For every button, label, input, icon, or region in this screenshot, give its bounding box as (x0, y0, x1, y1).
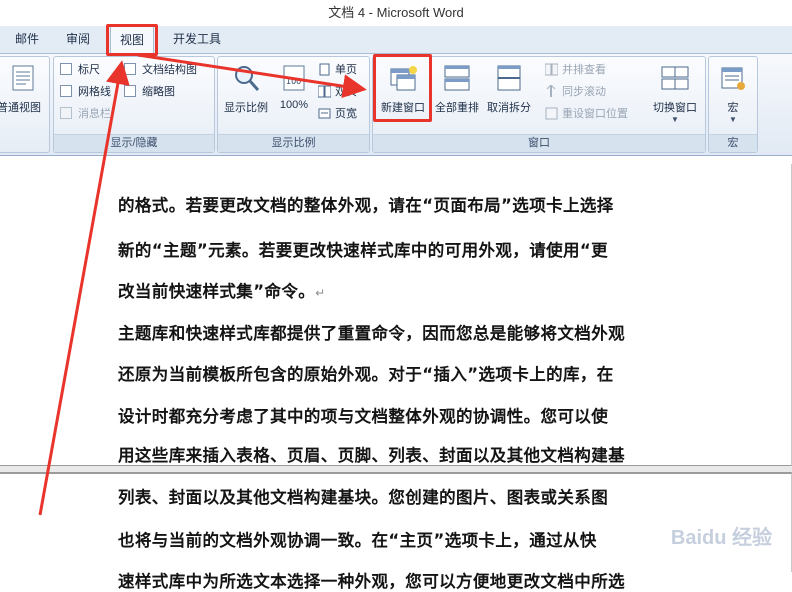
svg-text:100: 100 (286, 77, 301, 86)
view-side-by-side-button: 并排查看 (544, 61, 606, 79)
gridlines-checkbox[interactable]: 网格线 (60, 83, 111, 101)
macros-group-label: 宏 (709, 134, 757, 152)
show-hide-group: 标尺 网格线 消息栏 文档结构图 缩略图 显示/隐藏 (53, 56, 215, 153)
text-line: 列表、封面以及其他文档构建基块。您创建的图片、图表或关系图 (118, 488, 609, 507)
ruler-label: 标尺 (78, 64, 100, 76)
side-by-side-icon (544, 63, 559, 76)
page-width-icon (318, 107, 331, 120)
normal-view-button[interactable]: 普通视图 (0, 61, 47, 131)
message-bar-check-icon (60, 107, 72, 120)
window-group-label: 窗口 (373, 134, 705, 152)
show-hide-group-label: 显示/隐藏 (54, 134, 214, 152)
normal-view-label: 普通视图 (0, 102, 41, 114)
tab-review[interactable]: 审阅 (58, 26, 98, 53)
arrange-all-button[interactable]: 全部重排 (431, 61, 483, 131)
two-pages-icon (317, 85, 332, 98)
view-side-by-side-label: 并排查看 (562, 64, 606, 76)
zoom-group: 显示比例 100 100% 单页 双页 页宽 显示比例 (217, 56, 370, 153)
message-bar-checkbox: 消息栏 (60, 105, 111, 123)
sync-scrolling-label: 同步滚动 (562, 86, 606, 98)
sync-scrolling-button: 同步滚动 (545, 83, 606, 101)
views-group: 普通视图 (0, 56, 50, 153)
tab-developer[interactable]: 开发工具 (166, 26, 228, 53)
reset-window-position-label: 重设窗口位置 (562, 108, 628, 120)
zoom-button[interactable]: 显示比例 (220, 61, 272, 131)
text-line: 新的“主题”元素。若要更改快速样式库中的可用外观，请使用“更 (118, 241, 609, 260)
macros-dropdown-icon: ▼ (729, 115, 737, 124)
hundred-percent-label: 100% (279, 99, 309, 111)
normal-view-icon (7, 63, 37, 93)
text-line: 改当前快速样式集”命令。↵ (118, 278, 326, 302)
switch-windows-dropdown-icon: ▼ (671, 115, 679, 124)
gridlines-check-icon (60, 85, 72, 98)
new-window-highlight (373, 54, 432, 122)
text-line: 的格式。若要更改文档的整体外观，请在“页面布局”选项卡上选择 (118, 196, 614, 215)
text-line: 还原为当前模板所包含的原始外观。对于“插入”选项卡上的库，在 (118, 365, 614, 384)
document-map-checkbox[interactable]: 文档结构图 (124, 61, 197, 79)
text-line: 主题库和快速样式库都提供了重置命令，因而您总是能够将文档外观 (118, 324, 625, 343)
ruler-check-icon (60, 63, 72, 76)
zoom-label: 显示比例 (224, 102, 268, 114)
window-title: 文档 4 - Microsoft Word (0, 0, 792, 26)
zoom-group-label: 显示比例 (218, 134, 369, 152)
arrange-all-icon (442, 63, 472, 93)
macros-button[interactable]: 宏 ▼ (709, 61, 757, 131)
macros-icon (718, 63, 748, 93)
document-page-1[interactable]: 的格式。若要更改文档的整体外观，请在“页面布局”选项卡上选择 新的“主题”元素。… (0, 164, 792, 466)
remove-split-button[interactable]: 取消拆分 (483, 61, 535, 131)
one-page-button[interactable]: 单页 (318, 61, 357, 79)
page-width-label: 页宽 (335, 108, 357, 120)
page-width-button[interactable]: 页宽 (318, 105, 357, 123)
text-line-content: 改当前快速样式集”命令。 (118, 282, 316, 301)
tab-mailings[interactable]: 邮件 (8, 26, 46, 53)
macros-label: 宏 (727, 102, 739, 114)
paragraph-mark: ↵ (315, 286, 326, 300)
text-line: 也将与当前的文档外观协调一致。在“主页”选项卡上，通过从快 (118, 531, 597, 550)
thumbnails-check-icon (124, 85, 136, 98)
hundred-percent-button[interactable]: 100 100% (272, 61, 316, 131)
remove-split-label: 取消拆分 (487, 102, 531, 114)
gridlines-label: 网格线 (78, 86, 111, 98)
reset-window-position-button: 重设窗口位置 (545, 105, 628, 123)
reset-position-icon (545, 107, 558, 120)
one-page-label: 单页 (335, 64, 357, 76)
arrange-all-label: 全部重排 (435, 102, 479, 114)
thumbnails-checkbox[interactable]: 缩略图 (124, 83, 175, 101)
sync-scroll-icon (545, 83, 558, 98)
switch-windows-label: 切换窗口 (653, 102, 697, 114)
two-pages-label: 双页 (335, 86, 357, 98)
one-page-icon (318, 63, 331, 76)
two-pages-button[interactable]: 双页 (317, 83, 357, 101)
ruler-checkbox[interactable]: 标尺 (60, 61, 100, 79)
magnifier-icon (231, 63, 261, 93)
document-map-label: 文档结构图 (142, 64, 197, 76)
switch-windows-button[interactable]: 切换窗口 ▼ (649, 61, 701, 131)
split-icon (494, 63, 524, 93)
switch-windows-icon (660, 63, 690, 93)
message-bar-label: 消息栏 (78, 108, 111, 120)
text-line: 用这些库来插入表格、页眉、页脚、列表、封面以及其他文档构建基 (118, 446, 625, 465)
document-map-check-icon (124, 63, 136, 76)
hundred-percent-icon: 100 (279, 63, 309, 93)
baidu-watermark: Baidu 经验 (670, 527, 772, 549)
thumbnails-label: 缩略图 (142, 86, 175, 98)
text-line: 设计时都充分考虑了其中的项与文档整体外观的协调性。您可以使 (118, 407, 609, 426)
macros-group: 宏 ▼ 宏 (708, 56, 758, 153)
view-tab-highlight (106, 24, 158, 56)
document-area[interactable]: 的格式。若要更改文档的整体外观，请在“页面布局”选项卡上选择 新的“主题”元素。… (0, 156, 792, 591)
page-break-gap (0, 466, 792, 473)
